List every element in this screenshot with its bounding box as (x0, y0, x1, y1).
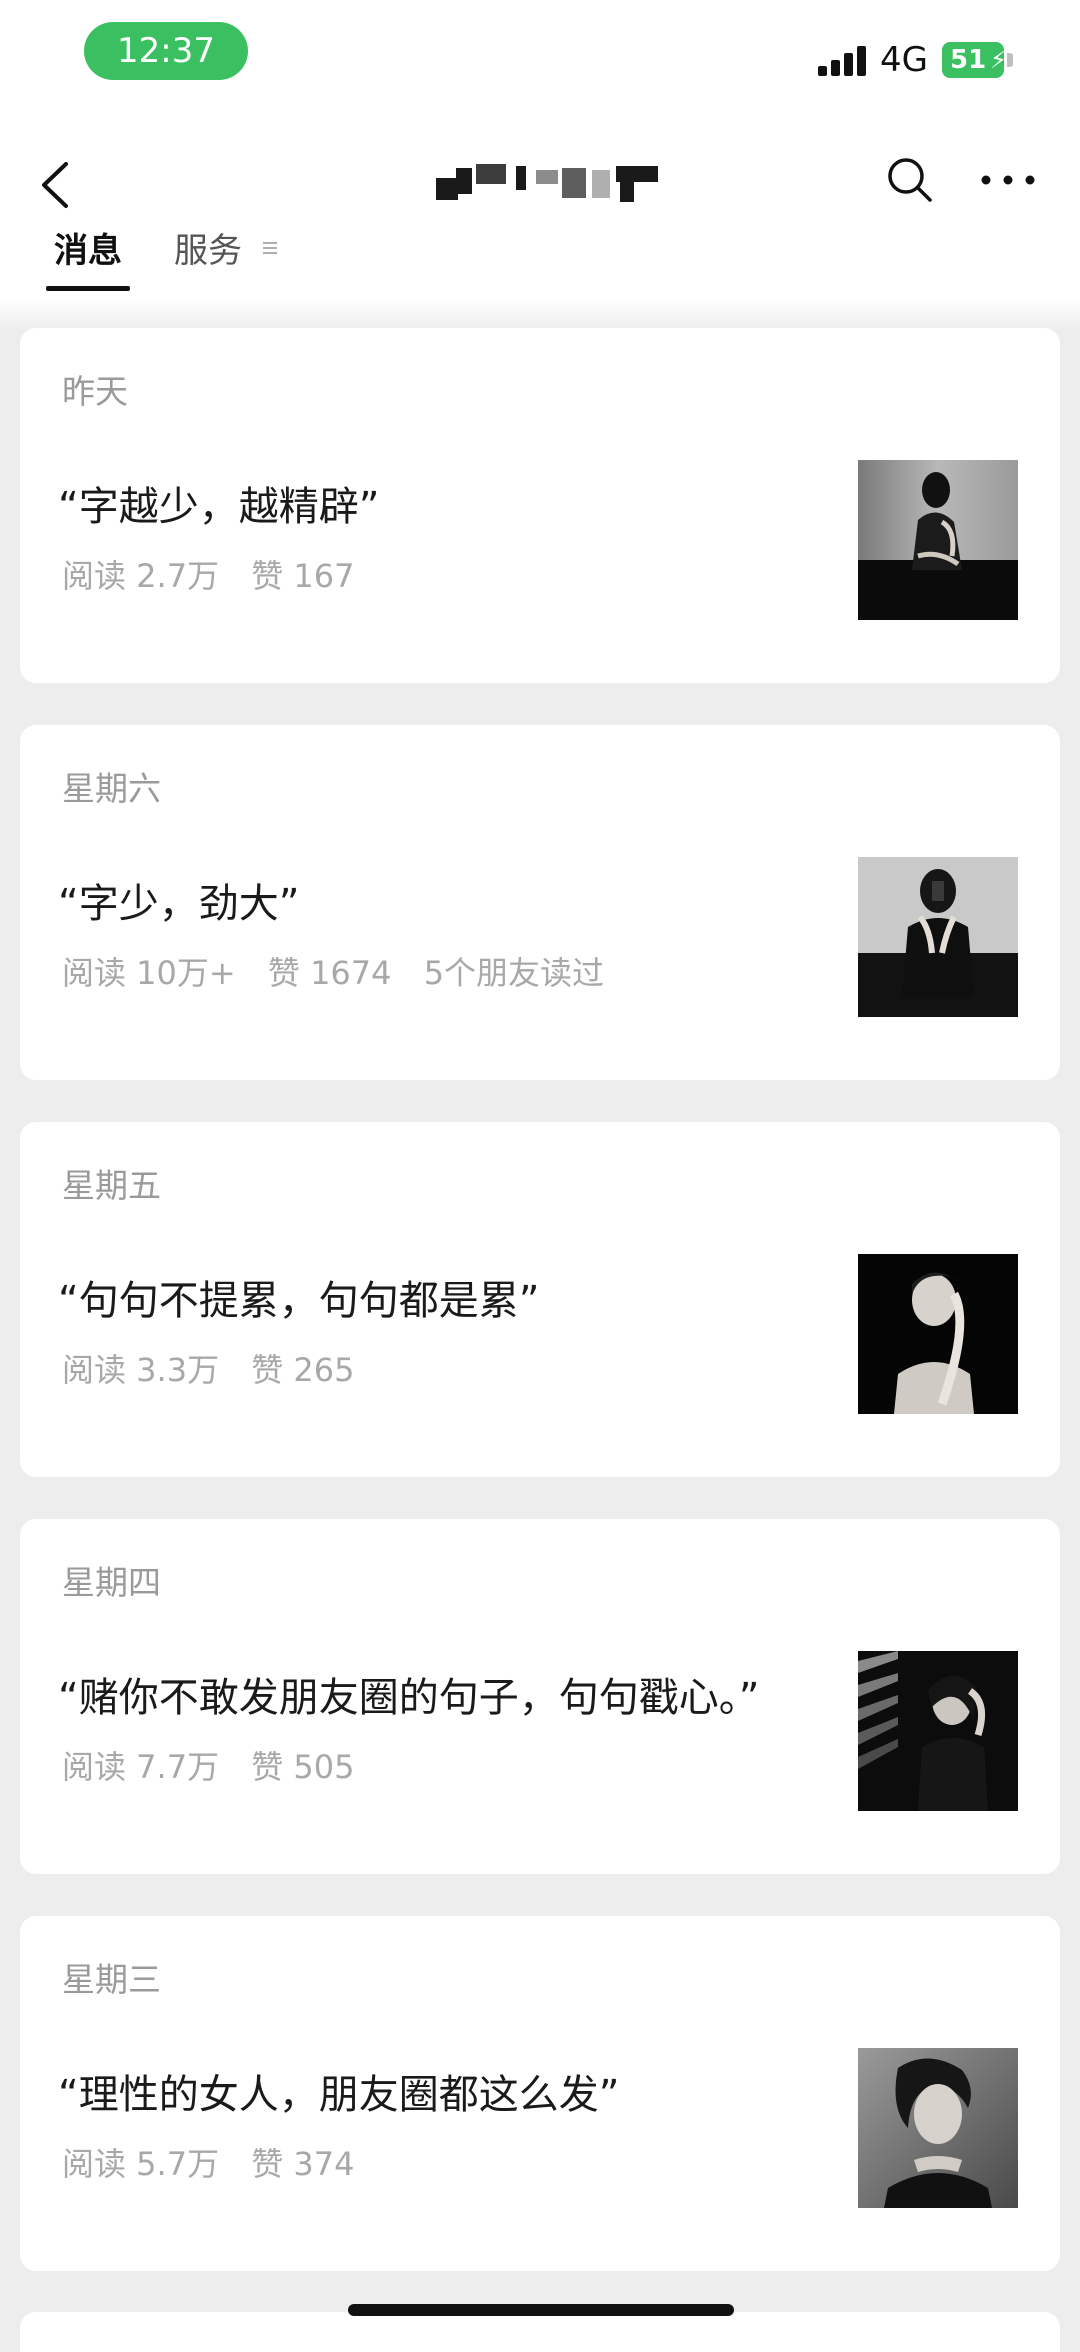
status-time: 12:37 (84, 22, 248, 80)
article-thumbnail[interactable] (858, 1254, 1018, 1414)
more-dots-icon (981, 175, 1035, 185)
article-card[interactable]: 星期三 “理性的女人，朋友圈都这么发” 阅读 5.7万 赞 374 (20, 1916, 1060, 2271)
network-type: 4G (880, 40, 928, 80)
charging-bolt-icon: ⚡ (990, 46, 1007, 74)
battery-cap (1007, 53, 1013, 67)
article-stats: 阅读 7.7万 赞 505 (62, 1745, 377, 1789)
article-thumbnail[interactable] (858, 857, 1018, 1017)
cellular-signal-icon (818, 44, 870, 76)
home-indicator[interactable] (348, 2304, 734, 2316)
tab-services[interactable]: 服务 (174, 226, 242, 276)
nav-bar: 消息 服务 (0, 110, 1080, 300)
nav-fade (0, 300, 1080, 330)
tab-messages[interactable]: 消息 (54, 226, 122, 276)
tab-active-indicator (46, 286, 130, 291)
article-title[interactable]: “句句不提累，句句都是累” (58, 1274, 539, 1328)
article-date: 星期六 (62, 769, 161, 808)
account-name-redacted (436, 164, 658, 204)
article-stats: 阅读 5.7万 赞 374 (62, 2142, 377, 2186)
search-icon (888, 158, 932, 202)
menu-lines-icon[interactable] (262, 238, 278, 258)
article-card[interactable]: 昨天 “字越少，越精辟” 阅读 2.7万 赞 167 (20, 328, 1060, 683)
search-button[interactable] (880, 150, 940, 210)
chevron-left-icon (42, 162, 68, 208)
more-button[interactable] (976, 158, 1040, 202)
article-date: 星期四 (62, 1563, 161, 1602)
read-count: 阅读 5.7万 (62, 2145, 220, 2183)
article-date: 星期五 (62, 1166, 161, 1205)
article-title[interactable]: “赌你不敢发朋友圈的句子，句句戳心。” (58, 1671, 759, 1725)
article-stats: 阅读 10万+ 赞 1674 5个朋友读过 (62, 951, 626, 995)
read-count: 阅读 10万+ (62, 954, 236, 992)
battery-icon: 51 ⚡ (942, 42, 1007, 78)
status-bar: 12:37 4G 51 ⚡ (0, 0, 1080, 110)
article-thumbnail[interactable] (858, 1651, 1018, 1811)
article-title[interactable]: “字少，劲大” (58, 877, 299, 931)
like-count: 赞 505 (251, 1748, 355, 1786)
article-date: 昨天 (62, 372, 128, 411)
article-thumbnail[interactable] (858, 460, 1018, 620)
article-card[interactable]: 星期四 “赌你不敢发朋友圈的句子，句句戳心。” 阅读 7.7万 赞 505 (20, 1519, 1060, 1874)
article-stats: 阅读 2.7万 赞 167 (62, 554, 377, 598)
back-button[interactable] (30, 150, 90, 220)
article-card[interactable]: 星期六 “字少，劲大” 阅读 10万+ 赞 1674 5个朋友读过 (20, 725, 1060, 1080)
read-count: 阅读 3.3万 (62, 1351, 220, 1389)
read-count: 阅读 7.7万 (62, 1748, 220, 1786)
article-title[interactable]: “理性的女人，朋友圈都这么发” (58, 2068, 619, 2122)
like-count: 赞 374 (251, 2145, 355, 2183)
article-title[interactable]: “字越少，越精辟” (58, 480, 379, 534)
article-card[interactable]: 星期五 “句句不提累，句句都是累” 阅读 3.3万 赞 265 (20, 1122, 1060, 1477)
article-stats: 阅读 3.3万 赞 265 (62, 1348, 377, 1392)
read-count: 阅读 2.7万 (62, 557, 220, 595)
friends-read: 5个朋友读过 (423, 954, 605, 992)
article-date: 星期三 (62, 1960, 161, 1999)
like-count: 赞 167 (251, 557, 355, 595)
battery-level: 51 (950, 45, 987, 75)
like-count: 赞 1674 (267, 954, 392, 992)
article-card-partial[interactable] (20, 2312, 1060, 2352)
article-thumbnail[interactable] (858, 2048, 1018, 2208)
like-count: 赞 265 (251, 1351, 355, 1389)
